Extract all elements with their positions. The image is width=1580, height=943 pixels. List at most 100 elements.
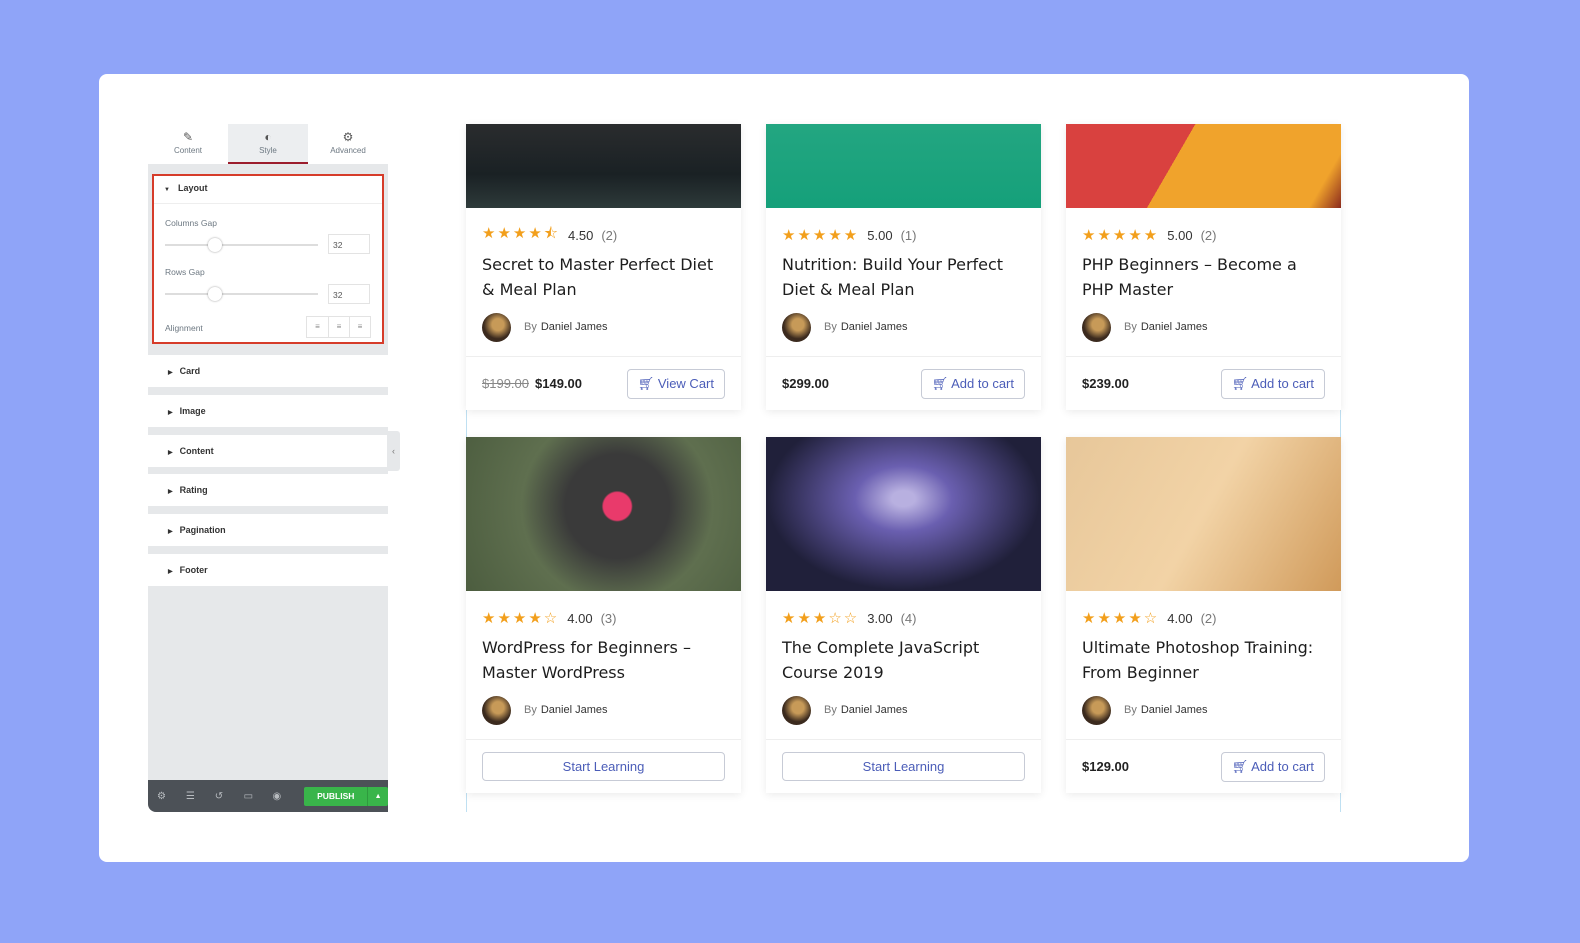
align-left-icon[interactable]: ≡	[307, 317, 328, 337]
rating: ★★★★☆ 4.00 (2)	[1082, 607, 1325, 629]
by-label: By	[1124, 321, 1137, 333]
section-rating[interactable]: ▶ Rating	[148, 474, 388, 506]
slider-handle[interactable]	[208, 238, 222, 252]
pencil-icon: ✎	[182, 130, 194, 144]
by-label: By	[524, 321, 537, 333]
course-thumbnail[interactable]	[466, 124, 741, 208]
star-rating-icon: ★★★★☆	[1082, 610, 1160, 627]
caret-right-icon: ▶	[168, 489, 173, 495]
caret-right-icon: ▶	[168, 529, 173, 535]
course-title[interactable]: PHP Beginners – Become a PHP Master	[1082, 252, 1325, 302]
rating: ★★★★☆ 4.00 (3)	[482, 607, 725, 629]
start-learning-button[interactable]: Start Learning	[782, 752, 1025, 781]
layers-icon[interactable]: ☰	[186, 791, 215, 802]
tab-style[interactable]: ◐ Style	[228, 124, 308, 164]
rating-value: 4.50	[568, 227, 594, 243]
rating-value: 4.00	[567, 610, 593, 626]
price: $129.00	[1082, 759, 1129, 774]
section-card[interactable]: ▶ Card	[148, 355, 388, 387]
settings-icon[interactable]: ⚙	[157, 791, 186, 802]
responsive-icon[interactable]: ▭	[244, 791, 273, 802]
align-center-icon[interactable]: ≡	[328, 317, 349, 337]
author-name[interactable]: Daniel James	[841, 321, 908, 333]
card-footer: $299.00 🛒︎ Add to cart	[766, 356, 1041, 410]
course-thumbnail[interactable]	[466, 437, 741, 591]
alignment-control: ≡ ≡ ≡	[306, 316, 371, 338]
course-thumbnail[interactable]	[1066, 124, 1341, 208]
course-thumbnail[interactable]	[766, 437, 1041, 591]
layout-header[interactable]: ▼ Layout	[154, 176, 382, 204]
author-name[interactable]: Daniel James	[541, 321, 608, 333]
course-card: ★★★★⯪ 4.50 (2) Secret to Master Perfect Di…	[466, 124, 741, 410]
tab-content[interactable]: ✎ Content	[148, 124, 228, 164]
author: By Daniel James	[482, 312, 725, 342]
align-right-icon[interactable]: ≡	[349, 317, 370, 337]
rows-gap-slider[interactable]	[165, 287, 318, 301]
publish-options-button[interactable]: ▲	[367, 786, 388, 806]
slider-handle[interactable]	[208, 287, 222, 301]
course-thumbnail[interactable]	[766, 124, 1041, 208]
course-title[interactable]: WordPress for Beginners – Master WordPre…	[482, 635, 725, 685]
rating-count: (4)	[900, 610, 917, 626]
sale-price: $299.00	[782, 376, 829, 391]
cart-button[interactable]: 🛒︎ View Cart	[626, 368, 725, 399]
tab-advanced[interactable]: ⚙ Advanced	[308, 124, 388, 164]
author: By Daniel James	[782, 312, 1025, 342]
author-name[interactable]: Daniel James	[541, 704, 608, 716]
alignment-label: Alignment	[165, 323, 203, 333]
columns-gap-label: Columns Gap	[165, 218, 217, 228]
caret-down-icon: ▼	[164, 187, 170, 193]
by-label: By	[824, 321, 837, 333]
rating-count: (2)	[601, 227, 618, 243]
cart-button[interactable]: 🛒︎ Add to cart	[1220, 751, 1325, 782]
cart-icon: 🛒︎	[1231, 375, 1252, 391]
avatar	[482, 312, 511, 342]
cart-icon: 🛒︎	[637, 375, 658, 391]
cart-button[interactable]: 🛒︎ Add to cart	[1220, 368, 1325, 399]
author-name[interactable]: Daniel James	[1141, 704, 1208, 716]
course-title[interactable]: The Complete JavaScript Course 2019	[782, 635, 1025, 685]
section-pagination[interactable]: ▶ Pagination	[148, 514, 388, 546]
cart-icon: 🛒︎	[1231, 758, 1252, 774]
columns-gap-input[interactable]: 32	[328, 234, 370, 254]
section-content[interactable]: ▶ Content	[148, 435, 388, 467]
rating: ★★★★★ 5.00 (2)	[1082, 224, 1325, 246]
panel-tabs: ✎ Content ◐ Style ⚙ Advanced	[148, 124, 388, 164]
preview-eye-icon[interactable]: ◉	[273, 791, 302, 802]
by-label: By	[1124, 704, 1137, 716]
card-footer: $239.00 🛒︎ Add to cart	[1066, 356, 1341, 410]
publish-button[interactable]: PUBLISH	[304, 786, 368, 806]
course-title[interactable]: Ultimate Photoshop Training: From Beginn…	[1082, 635, 1325, 685]
old-price: $199.00	[482, 376, 529, 391]
author-name[interactable]: Daniel James	[1141, 321, 1208, 333]
collapse-panel-button[interactable]: ‹	[387, 431, 400, 471]
rows-gap-label: Rows Gap	[165, 267, 205, 277]
author: By Daniel James	[1082, 312, 1325, 342]
panel-footer-bar: ⚙ ☰ ↺ ▭ ◉ PUBLISH ▲	[148, 780, 388, 812]
rows-gap-input[interactable]: 32	[328, 284, 370, 304]
rating-count: (2)	[1200, 610, 1217, 626]
card-footer: $199.00 $149.00 🛒︎ View Cart	[466, 356, 741, 410]
section-footer[interactable]: ▶ Footer	[148, 554, 388, 586]
price: $299.00	[782, 376, 829, 391]
start-learning-button[interactable]: Start Learning	[482, 752, 725, 781]
avatar	[1082, 695, 1111, 725]
rating: ★★★★⯪ 4.50 (2)	[482, 224, 725, 246]
section-image[interactable]: ▶ Image	[148, 395, 388, 427]
columns-gap-slider[interactable]	[165, 238, 318, 252]
rating-count: (1)	[900, 227, 917, 243]
course-title[interactable]: Nutrition: Build Your Perfect Diet & Mea…	[782, 252, 1025, 302]
rating-count: (2)	[1200, 227, 1217, 243]
avatar	[782, 695, 811, 725]
course-thumbnail[interactable]	[1066, 437, 1341, 591]
rating-value: 5.00	[867, 227, 893, 243]
history-icon[interactable]: ↺	[215, 791, 244, 802]
star-rating-icon: ★★★☆☆	[782, 610, 860, 627]
author-name[interactable]: Daniel James	[841, 704, 908, 716]
course-title[interactable]: Secret to Master Perfect Diet & Meal Pla…	[482, 252, 725, 302]
star-rating-icon: ★★★★⯪	[482, 224, 560, 242]
cart-icon: 🛒︎	[931, 375, 952, 391]
cart-button[interactable]: 🛒︎ Add to cart	[920, 368, 1025, 399]
sale-price: $149.00	[535, 376, 582, 391]
author: By Daniel James	[1082, 695, 1325, 725]
